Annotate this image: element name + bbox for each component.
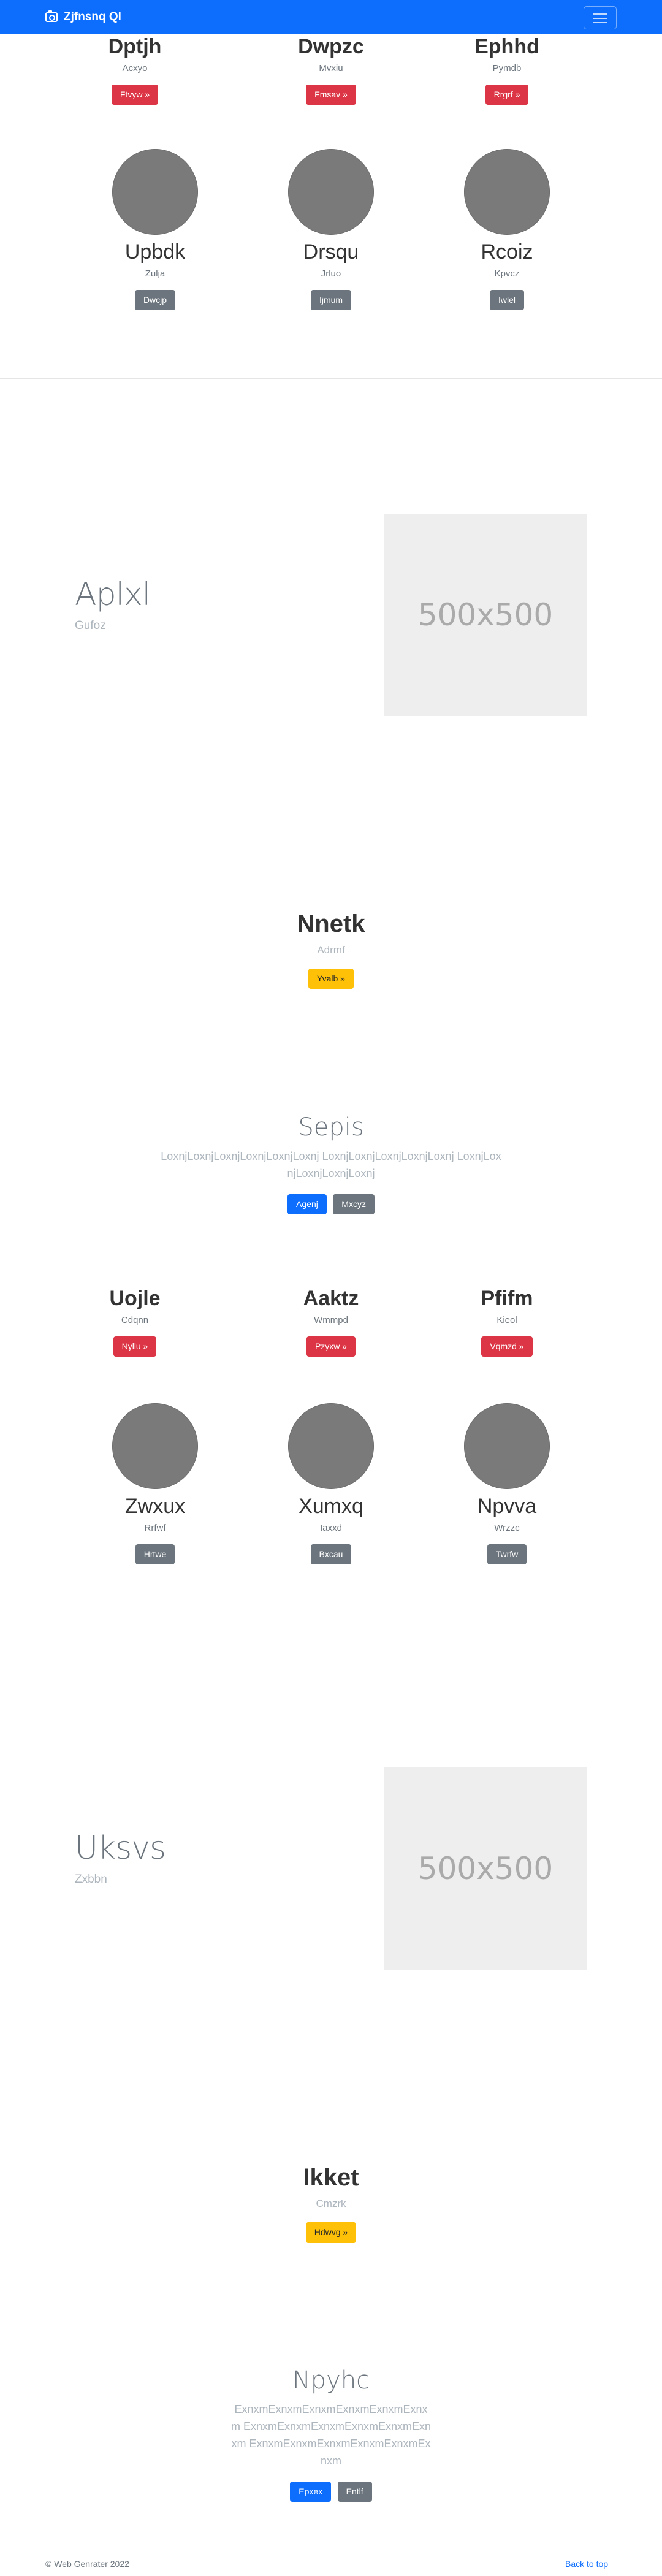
- person-card: Zwxux Rrfwf Hrtwe: [63, 1403, 247, 1564]
- card-button[interactable]: Vqmzd »: [481, 1336, 533, 1357]
- avatar: [464, 1403, 550, 1489]
- person-button[interactable]: Hrtwe: [135, 1544, 175, 1564]
- card-subtitle: Pymdb: [492, 63, 522, 74]
- avatar: [464, 149, 550, 235]
- avatar: [112, 1403, 198, 1489]
- card-title: Ephhd: [474, 35, 539, 58]
- back-to-top-link[interactable]: Back to top: [565, 2559, 608, 2569]
- hero-title: Ikket: [303, 2164, 359, 2191]
- person-button[interactable]: Iwlel: [489, 289, 524, 310]
- promo-secondary-button[interactable]: Mxcyz: [333, 1194, 375, 1214]
- card: Uojle Cdqnn Nyllu »: [43, 1286, 227, 1357]
- person-card: Npvva Wrzzc Twrfw: [415, 1403, 599, 1564]
- navbar: Zjfnsnq Ql: [0, 0, 662, 34]
- card: Dptjh Acxyo Ftvyw »: [43, 34, 227, 105]
- card-title: Aaktz: [303, 1287, 359, 1310]
- card-subtitle: Cdqnn: [121, 1314, 149, 1325]
- promo-text: ExnxmExnxmExnxmExnxmExnxmExnxm ExnxmExnx…: [230, 2403, 432, 2467]
- card-button[interactable]: Rrgrf »: [485, 84, 529, 105]
- card-button[interactable]: Pzyxw »: [306, 1336, 356, 1357]
- card: Dwpzc Mvxiu Fmsav »: [239, 34, 423, 105]
- avatar: [288, 1403, 374, 1489]
- feature-subtitle: Gufoz: [75, 619, 106, 632]
- avatar: [288, 149, 374, 235]
- card-subtitle: Mvxiu: [319, 63, 343, 74]
- camera-icon: [45, 10, 58, 22]
- feature-title: Uksvs: [75, 1830, 166, 1867]
- promo-primary-button[interactable]: Epxex: [290, 2482, 332, 2502]
- card: Ephhd Pymdb Rrgrf »: [415, 34, 599, 105]
- person-subtitle: Iaxxd: [320, 1522, 342, 1533]
- brand-name: Zjfnsnq Ql: [64, 10, 121, 23]
- brand-link[interactable]: Zjfnsnq Ql: [45, 9, 121, 26]
- card-subtitle: Wmmpd: [314, 1314, 348, 1325]
- person-button[interactable]: Ijmum: [310, 289, 352, 310]
- person-card: Rcoiz Kpvcz Iwlel: [415, 149, 599, 310]
- hero-button[interactable]: Hdwvg »: [305, 2222, 357, 2243]
- hamburger-icon: [593, 13, 607, 15]
- person-button[interactable]: Twrfw: [487, 1544, 527, 1564]
- hero-subtitle: Cmzrk: [316, 2198, 346, 2209]
- card-title: Pfifm: [481, 1287, 533, 1310]
- card: Aaktz Wmmpd Pzyxw »: [239, 1286, 423, 1357]
- card-title: Dptjh: [108, 35, 162, 58]
- person-name: Drsqu: [303, 240, 359, 264]
- promo-section: Npyhc ExnxmExnxmExnxmExnxmExnxmExnxm Exn…: [0, 2366, 662, 2502]
- promo-text: LoxnjLoxnjLoxnjLoxnjLoxnjLoxnj LoxnjLoxn…: [161, 1150, 501, 1179]
- person-name: Xumxq: [299, 1495, 363, 1518]
- person-button[interactable]: Bxcau: [310, 1544, 352, 1564]
- card: Pfifm Kieol Vqmzd »: [415, 1286, 599, 1357]
- feature-title: Aplxl: [75, 576, 151, 613]
- section-divider: [0, 378, 662, 379]
- feature-subtitle: Zxbbn: [75, 1873, 107, 1886]
- person-name: Zwxux: [124, 1495, 186, 1518]
- person-card: Xumxq Iaxxd Bxcau: [239, 1403, 423, 1564]
- person-subtitle: Wrzzc: [494, 1522, 520, 1533]
- promo-primary-button[interactable]: Agenj: [287, 1194, 327, 1214]
- promo-title: Npyhc: [292, 2366, 370, 2395]
- card-title: Uojle: [109, 1287, 161, 1310]
- footer: © Web Genrater 2022 Back to top: [0, 2556, 662, 2576]
- card-subtitle: Acxyo: [122, 63, 148, 74]
- person-name: Npvva: [477, 1495, 537, 1518]
- placeholder-image: 500x500: [384, 1767, 587, 1970]
- avatar: [112, 149, 198, 235]
- hero-title: Nnetk: [297, 910, 365, 937]
- card-button[interactable]: Ftvyw »: [111, 84, 159, 105]
- person-name: Upbdk: [124, 240, 186, 264]
- hero-section: Ikket Cmzrk Hdwvg »: [0, 2164, 662, 2243]
- person-subtitle: Kpvcz: [494, 268, 520, 279]
- person-subtitle: Jrluo: [321, 268, 341, 279]
- hero-button[interactable]: Yvalb »: [308, 969, 354, 989]
- placeholder-image: 500x500: [384, 514, 587, 716]
- card-title: Dwpzc: [298, 35, 364, 58]
- promo-secondary-button[interactable]: Entlf: [337, 2482, 372, 2502]
- navbar-toggler-button[interactable]: [584, 6, 617, 29]
- promo-title: Sepis: [298, 1113, 364, 1141]
- person-card: Drsqu Jrluo Ijmum: [239, 149, 423, 310]
- hero-subtitle: Adrmf: [317, 944, 345, 956]
- card-subtitle: Kieol: [496, 1314, 517, 1325]
- person-button[interactable]: Dwcjp: [134, 289, 176, 310]
- card-button[interactable]: Fmsav »: [306, 84, 356, 105]
- person-subtitle: Rrfwf: [144, 1522, 166, 1533]
- person-name: Rcoiz: [481, 240, 533, 264]
- hero-section: Nnetk Adrmf Yvalb »: [0, 910, 662, 989]
- copyright-text: © Web Genrater 2022: [45, 2559, 129, 2569]
- person-card: Upbdk Zulja Dwcjp: [63, 149, 247, 310]
- person-subtitle: Zulja: [145, 268, 166, 279]
- promo-section: Sepis LoxnjLoxnjLoxnjLoxnjLoxnjLoxnj Lox…: [0, 1113, 662, 1214]
- card-button[interactable]: Nyllu »: [113, 1336, 157, 1357]
